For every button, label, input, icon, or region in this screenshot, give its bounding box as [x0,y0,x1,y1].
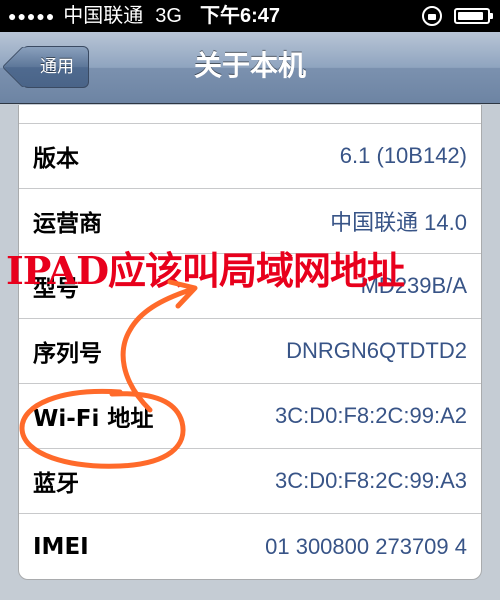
row-label: Wi-Fi 地址 [33,406,154,432]
row-label: IMEI [33,533,89,560]
battery-icon [454,8,493,24]
status-left: ●●●●● 中国联通 3G [8,0,182,32]
row-value: 3C:D0:F8:2C:99:A3 [275,468,467,493]
row-label: 序列号 [33,341,102,367]
row-imei: IMEI 01 300800 273709 4 [19,514,481,579]
back-button-label: 通用 [40,57,74,77]
carrier-name: 中国联通 [63,5,144,27]
row-value: DNRGN6QTDTD2 [286,338,467,363]
row-label: 版本 [33,146,79,172]
row-bluetooth: 蓝牙 3C:D0:F8:2C:99:A3 [19,449,481,514]
row-wifi-address: Wi-Fi 地址 3C:D0:F8:2C:99:A2 [19,384,481,449]
row-version: 版本 6.1 (10B142) [19,124,481,189]
row-value: 6.1 (10B142) [339,143,467,168]
network-type: 3G [155,5,182,27]
status-bar: ●●●●● 中国联通 3G 下午6:47 [0,0,500,32]
row-value: MD239B/A [360,273,467,298]
row-label: 蓝牙 [33,471,79,497]
row-label: 运营商 [33,211,102,237]
row-value: 中国联通 14.0 [330,210,467,235]
previous-row-stub [19,105,481,124]
row-model: 型号 MD239B/A [19,254,481,319]
row-serial-number: 序列号 DNRGN6QTDTD2 [19,319,481,384]
row-label: 型号 [33,276,79,302]
back-button[interactable]: 通用 [22,46,89,88]
row-carrier: 运营商 中国联通 14.0 [19,189,481,254]
signal-strength-icon: ●●●●● [8,8,56,24]
settings-content[interactable]: 版本 6.1 (10B142) 运营商 中国联通 14.0 型号 MD239B/… [0,105,500,600]
battery-fill [458,12,483,20]
row-value: 01 300800 273709 4 [265,533,467,559]
status-right [422,0,493,32]
about-table: 版本 6.1 (10B142) 运营商 中国联通 14.0 型号 MD239B/… [18,105,482,580]
rotation-lock-icon [422,6,442,26]
status-time: 下午6:47 [200,5,281,27]
navigation-bar: 通用 关于本机 [0,32,500,104]
row-value: 3C:D0:F8:2C:99:A2 [275,403,467,428]
